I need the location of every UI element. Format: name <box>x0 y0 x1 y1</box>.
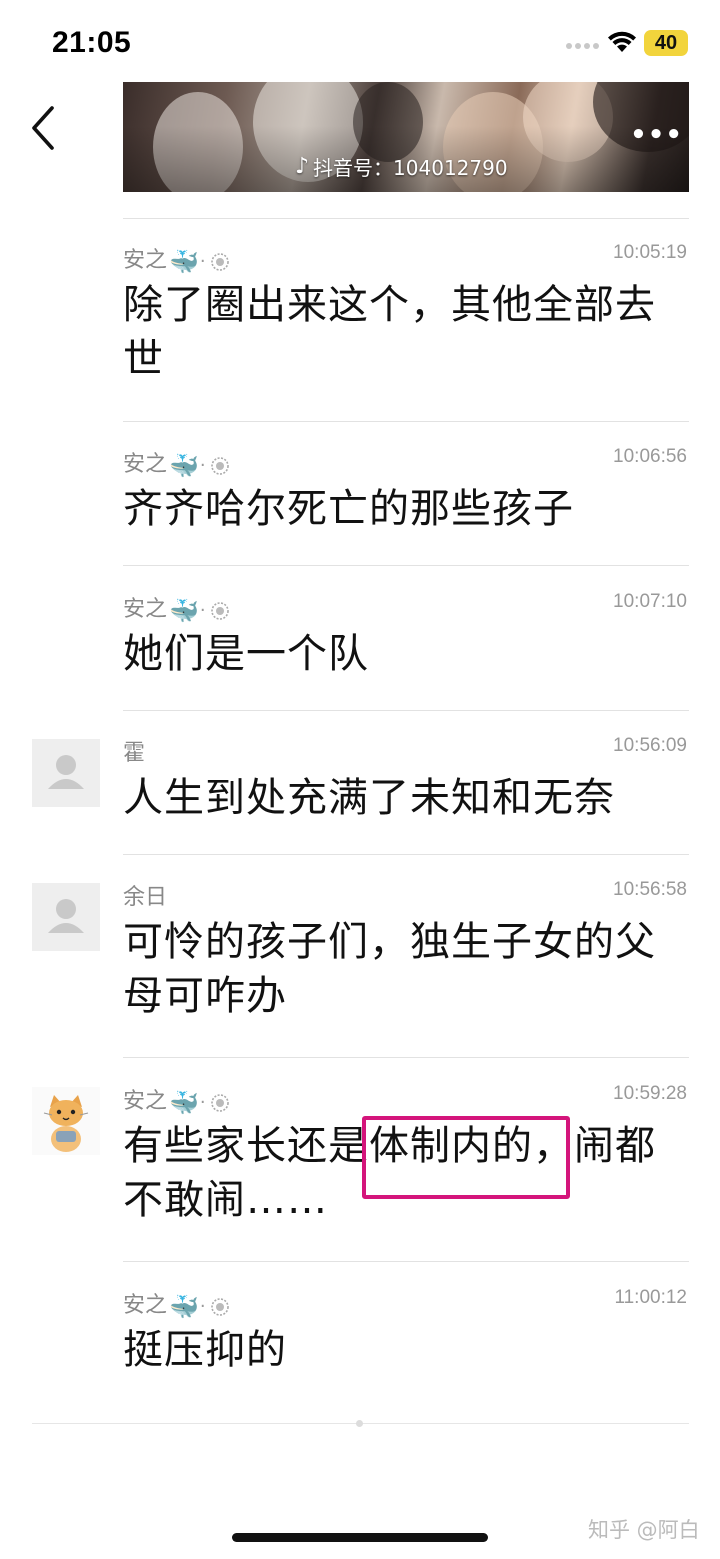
lion-badge-icon <box>210 252 229 271</box>
default-user-icon <box>48 899 84 933</box>
battery-icon: 40 <box>644 30 688 56</box>
avatar[interactable] <box>32 883 100 951</box>
message-meta: 安之🐳· 10:06:56 <box>123 446 689 478</box>
highlight-box <box>362 1116 570 1199</box>
message-time: 10:06:56 <box>613 446 687 467</box>
message-text: 齐齐哈尔死亡的那些孩子 <box>123 486 574 532</box>
divider <box>123 854 689 855</box>
whale-badge-icon: 🐳 <box>169 1088 199 1117</box>
lion-badge-icon <box>210 1093 229 1112</box>
message-meta: 霍 10:56:09 <box>123 735 689 766</box>
battery-level: 40 <box>654 32 678 54</box>
message-text: 她们是一个队 <box>123 631 369 677</box>
home-indicator[interactable] <box>232 1533 488 1542</box>
message-time: 10:07:10 <box>613 591 687 612</box>
divider <box>123 1261 689 1262</box>
whale-badge-icon: 🐳 <box>169 451 199 480</box>
lion-badge-icon <box>210 601 229 620</box>
video-thumbnail[interactable]: ♪ 抖音号：104012790 ••• <box>123 82 689 192</box>
message-meta: 安之🐳· 11:00:12 <box>123 1287 689 1319</box>
chat-message: 霍 10:56:09 人生到处充满了未知和无奈 <box>123 735 689 835</box>
message-time: 10:56:09 <box>613 735 687 756</box>
message-time: 11:00:12 <box>614 1287 687 1308</box>
message-text: 人生到处充满了未知和无奈 <box>123 775 615 821</box>
message-time: 10:56:58 <box>613 879 687 900</box>
lion-badge-icon <box>210 1297 229 1316</box>
more-options-icon[interactable]: ••• <box>630 120 683 150</box>
sender-name: 安之🐳· <box>123 1083 233 1115</box>
message-text: 挺压抑的 <box>123 1327 287 1373</box>
sender-name: 霍 <box>123 741 146 766</box>
chat-message: 安之🐳· 10:07:10 她们是一个队 <box>123 591 689 691</box>
cat-avatar-icon <box>43 1095 89 1152</box>
message-text: 可怜的孩子们，独生子女的父母可咋办 <box>123 919 656 1019</box>
message-time: 10:05:19 <box>613 242 687 263</box>
avatar[interactable] <box>32 739 100 807</box>
sender-name: 安之🐳· <box>123 446 233 478</box>
message-meta: 安之🐳· 10:07:10 <box>123 591 689 623</box>
message-time: 10:59:28 <box>613 1083 687 1104</box>
divider <box>123 710 689 711</box>
divider <box>123 421 689 422</box>
divider <box>123 1057 689 1058</box>
whale-badge-icon: 🐳 <box>169 596 199 625</box>
chat-message: 安之🐳· 10:05:19 除了圈出来这个，其他全部去世 <box>123 242 689 402</box>
message-text: 除了圈出来这个，其他全部去世 <box>123 282 656 382</box>
divider <box>123 565 689 566</box>
wifi-icon <box>608 31 636 52</box>
cellular-signal-icon <box>566 43 600 51</box>
chat-message: 安之🐳· 11:00:12 挺压抑的 <box>123 1287 689 1387</box>
douyin-id-text: 抖音号：104012790 <box>313 156 508 180</box>
watermark: 知乎 @阿白 <box>588 1518 700 1542</box>
message-meta: 安之🐳· 10:59:28 <box>123 1083 689 1115</box>
divider <box>123 218 689 219</box>
sender-name: 安之🐳· <box>123 591 233 623</box>
whale-badge-icon: 🐳 <box>169 1292 199 1321</box>
chat-message: 余日 10:56:58 可怜的孩子们，独生子女的父母可咋办 <box>123 879 689 1039</box>
chat-message: 安之🐳· 10:06:56 齐齐哈尔死亡的那些孩子 <box>123 446 689 546</box>
status-bar: 21:05 40 <box>0 0 720 82</box>
avatar[interactable] <box>32 1087 100 1155</box>
end-dot <box>356 1420 363 1427</box>
back-chevron-icon[interactable] <box>22 100 66 156</box>
whale-badge-icon: 🐳 <box>169 247 199 276</box>
status-time: 21:05 <box>52 26 132 59</box>
lion-badge-icon <box>210 456 229 475</box>
sender-name: 安之🐳· <box>123 1287 233 1319</box>
douyin-logo-icon: ♪ <box>295 154 310 179</box>
sender-name: 安之🐳· <box>123 242 233 274</box>
sender-name: 余日 <box>123 885 168 910</box>
message-meta: 余日 10:56:58 <box>123 879 689 910</box>
default-user-icon <box>48 755 84 789</box>
douyin-id-label: ♪ 抖音号：104012790 <box>295 152 508 181</box>
message-meta: 安之🐳· 10:05:19 <box>123 242 689 274</box>
